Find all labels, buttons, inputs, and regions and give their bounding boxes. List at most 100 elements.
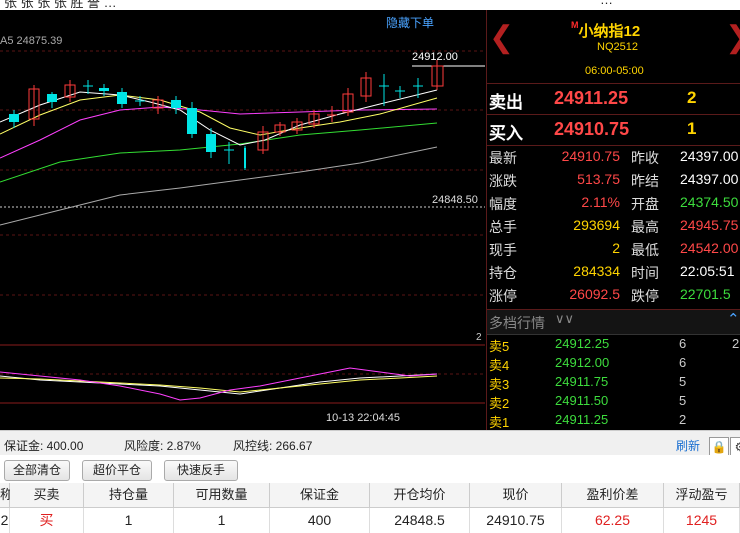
margin-text: 保证金: 400.00: [4, 439, 84, 453]
kline-chart-panel[interactable]: 隐藏下单 A5 24875.39 24912.00 24848.50 2 10-…: [0, 10, 485, 430]
high-price-label: 24912.00: [412, 51, 458, 63]
candle: [187, 108, 197, 134]
candle: [99, 88, 109, 91]
depth-header[interactable]: 多档行情 ∨∨ ⌃: [487, 309, 740, 335]
best-bid-row[interactable]: 买入 24910.75 1: [487, 114, 740, 145]
depth-price: 24912.00: [555, 355, 610, 370]
stat-value: 24397.00: [680, 171, 739, 187]
candle: [206, 134, 216, 152]
stat-value: 24542.00: [680, 240, 739, 256]
table-cell[interactable]: 买: [10, 508, 84, 533]
quote-panel: ❮ ❯ M小纳指12 NQ2512 06:00-05:00 卖出 24911.2…: [486, 10, 740, 430]
table-cell[interactable]: 24848.5: [370, 508, 470, 533]
depth-price: 24911.50: [555, 393, 609, 408]
lock-icon[interactable]: 🔒: [709, 437, 729, 457]
quote-stat-row: 持仓 284334 时间 22:05:51: [487, 263, 740, 286]
depth-row[interactable]: 卖1 24911.25 2: [487, 412, 740, 430]
column-header[interactable]: 买卖: [10, 483, 84, 508]
risk-line-text: 风控线: 266.67: [233, 439, 313, 453]
depth-row[interactable]: 卖5 24912.25 6 2: [487, 336, 740, 354]
stat-label: 涨停: [489, 288, 517, 304]
stat-value: 24374.50: [680, 194, 739, 210]
stat-value: 22:05:51: [680, 263, 735, 279]
ma-readout: A5 24875.39: [0, 35, 63, 47]
stat-label: 总手: [489, 219, 517, 235]
stat-value: 24397.00: [680, 148, 739, 164]
ma40-line: [0, 122, 438, 183]
table-cell[interactable]: 1: [174, 508, 270, 533]
stat-label: 持仓: [489, 265, 517, 281]
stat-label: 昨结: [631, 173, 659, 189]
column-header[interactable]: 现价: [470, 483, 562, 508]
stat-value: 2: [612, 240, 620, 256]
top-menu-fragment-right: …: [600, 0, 613, 7]
stat-value: 293694: [573, 217, 620, 233]
column-header[interactable]: 称: [0, 483, 13, 508]
depth-label: 卖3: [489, 377, 510, 392]
depth-row[interactable]: 卖4 24912.00 6: [487, 355, 740, 373]
sub-chart-label: 2: [476, 332, 482, 343]
top-menu-fragment-left: 张 张 张 张 胜 誉 …: [4, 0, 117, 10]
contract-name: 小纳指12: [578, 23, 641, 40]
depth-qty: 5: [679, 393, 687, 408]
sell-qty: 2: [687, 88, 697, 107]
stat-label: 跌停: [631, 288, 659, 304]
next-contract-icon[interactable]: ❯: [725, 20, 740, 55]
table-cell[interactable]: 2: [0, 508, 10, 533]
refresh-button[interactable]: 刷新: [676, 437, 700, 454]
candle: [47, 94, 57, 102]
settings-icon[interactable]: ⚙: [730, 437, 740, 457]
table-cell[interactable]: 1: [84, 508, 174, 533]
depth-label: 卖4: [489, 358, 510, 373]
quote-stat-row: 最新 24910.75 昨收 24397.00: [487, 148, 740, 171]
hide-order-button[interactable]: 隐藏下单: [386, 14, 434, 31]
divider: [487, 145, 740, 146]
collapse-icon[interactable]: ⌃: [727, 310, 740, 328]
depth-qty: 2: [679, 412, 687, 427]
market-close-button[interactable]: 超价平仓: [82, 460, 152, 481]
stat-label: 时间: [631, 265, 659, 281]
depth-qty: 6: [679, 336, 687, 351]
ma20-line: [0, 106, 438, 159]
table-cell[interactable]: 1245: [664, 508, 740, 533]
best-ask-row[interactable]: 卖出 24911.25 2: [487, 83, 740, 114]
column-header[interactable]: 开仓均价: [370, 483, 470, 508]
stat-label: 幅度: [489, 196, 517, 212]
top-menu-strip: 张 张 张 张 胜 誉 … …: [0, 0, 740, 10]
buy-qty: 1: [687, 119, 697, 138]
quote-stat-row: 幅度 2.11% 开盘 24374.50: [487, 194, 740, 217]
column-header[interactable]: 可用数量: [174, 483, 270, 508]
depth-price: 24911.75: [555, 374, 609, 389]
stat-label: 现手: [489, 242, 517, 258]
quick-reverse-button[interactable]: 快速反手: [164, 460, 238, 481]
table-cell[interactable]: 24910.75: [470, 508, 562, 533]
ma5-line: [0, 89, 438, 146]
depth-price: 24911.25: [555, 412, 609, 427]
table-cell[interactable]: 62.25: [562, 508, 664, 533]
column-header[interactable]: 保证金: [270, 483, 370, 508]
candlesticks: [9, 60, 444, 170]
stat-value: 26092.5: [569, 286, 620, 302]
depth-title: 多档行情: [489, 315, 545, 331]
stat-label: 开盘: [631, 196, 659, 212]
column-header[interactable]: 持仓量: [84, 483, 174, 508]
buy-label: 买入: [489, 124, 523, 143]
quote-stat-row: 现手 2 最低 24542.00: [487, 240, 740, 263]
quote-stat-row: 涨停 26092.5 跌停 22701.5: [487, 286, 740, 309]
reference-price-label: 24848.50: [432, 194, 478, 206]
candle: [171, 100, 181, 108]
column-header[interactable]: 浮动盈亏: [664, 483, 740, 508]
depth-price: 24912.25: [555, 336, 610, 351]
contract-marker: M: [571, 20, 579, 30]
depth-qty: 5: [679, 374, 687, 389]
stat-value: 24945.75: [680, 217, 739, 233]
expand-icon[interactable]: ∨∨: [555, 311, 574, 327]
depth-extra: 2: [732, 336, 740, 351]
candle: [9, 114, 19, 122]
depth-row[interactable]: 卖3 24911.75 5: [487, 374, 740, 392]
depth-row[interactable]: 卖2 24911.50 5: [487, 393, 740, 411]
table-cell[interactable]: 400: [270, 508, 370, 533]
close-all-button[interactable]: 全部清仓: [4, 460, 70, 481]
prev-contract-icon[interactable]: ❮: [489, 20, 514, 55]
column-header[interactable]: 盈利价差: [562, 483, 664, 508]
